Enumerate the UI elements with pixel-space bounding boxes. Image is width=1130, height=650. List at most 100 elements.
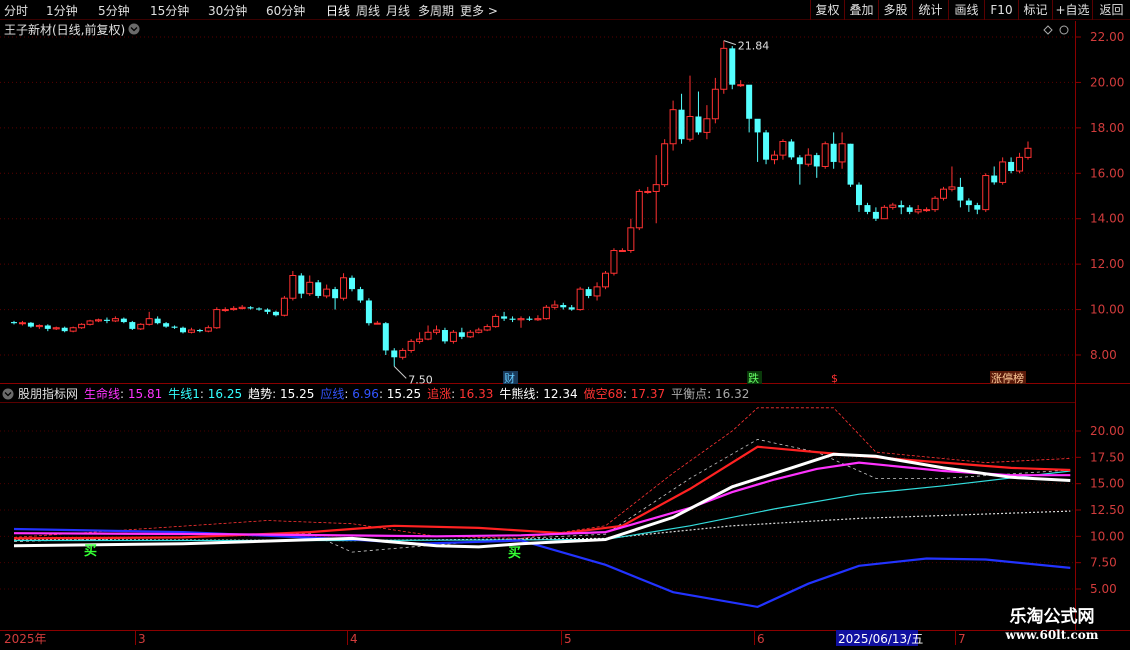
financial-marker[interactable]: 财 xyxy=(504,371,515,385)
chart-canvas[interactable]: 王子新材(日线,前复权) 22.00 20.00 18.00 16.00 14.00 12… xyxy=(0,0,1130,650)
diamond-icon[interactable] xyxy=(1043,25,1053,35)
candle xyxy=(433,325,440,335)
candle-body xyxy=(11,322,17,324)
candle xyxy=(669,100,677,151)
candle-body xyxy=(501,316,508,319)
candle-body xyxy=(965,200,972,206)
candle xyxy=(44,324,51,332)
candle-body xyxy=(923,209,931,212)
candle-body xyxy=(551,304,559,308)
candle xyxy=(441,327,448,344)
candle-body xyxy=(610,250,618,274)
legend-separator: : xyxy=(200,387,208,401)
candle xyxy=(711,77,719,124)
legend-item-label: 牛线1 xyxy=(168,386,200,401)
indicator-axis: 20.00 17.50 15.00 12.50 10.00 7.50 5.00 xyxy=(1075,424,1124,596)
candle xyxy=(585,286,592,299)
legend-item-label: 追涨 xyxy=(427,386,451,401)
candle xyxy=(788,139,795,160)
candle xyxy=(340,273,348,301)
candle xyxy=(542,305,550,320)
candle-body xyxy=(289,275,297,299)
candle xyxy=(18,320,26,326)
chase-line xyxy=(13,445,1071,540)
candle xyxy=(746,84,753,133)
candle-body xyxy=(678,109,685,140)
candle-body xyxy=(585,289,592,296)
price-gridlines xyxy=(0,36,1075,356)
candle xyxy=(686,75,694,142)
candle xyxy=(974,202,981,215)
candle xyxy=(813,152,820,178)
candle-body xyxy=(221,309,229,312)
candle-body xyxy=(872,211,879,219)
price-axis-label: 16.00 xyxy=(1090,166,1124,180)
candle xyxy=(289,270,297,301)
candle xyxy=(779,139,787,160)
candle-body xyxy=(332,289,339,299)
candle-body xyxy=(238,306,246,309)
candle-body xyxy=(737,84,745,87)
candle xyxy=(821,141,829,169)
candle xyxy=(137,323,145,331)
candle xyxy=(551,300,559,310)
candle-body xyxy=(416,338,424,342)
candle-body xyxy=(475,329,483,333)
candle xyxy=(382,322,389,355)
candle xyxy=(95,318,102,323)
candle-body xyxy=(407,340,415,351)
candle xyxy=(120,317,127,324)
candle xyxy=(999,157,1007,185)
indicator-chevron-icon[interactable] xyxy=(2,388,14,400)
legend-separator: : xyxy=(623,387,631,401)
candle-body xyxy=(720,47,728,90)
candle xyxy=(163,322,170,328)
legend-separator: : xyxy=(120,387,128,401)
legend-item-value: 6.96 xyxy=(352,387,379,401)
limit-up-board-marker[interactable]: 涨停榜 xyxy=(991,371,1024,385)
candle-body xyxy=(991,175,998,183)
candle xyxy=(332,286,339,310)
candle-body xyxy=(1008,161,1015,172)
indicator-gridlines xyxy=(0,430,1075,590)
candle-body xyxy=(948,186,956,190)
high-price-label: 21.84 xyxy=(738,40,770,53)
candle-body xyxy=(1016,156,1024,172)
candle-body xyxy=(230,307,238,311)
candle xyxy=(78,323,86,329)
buy-signal-1: 买 xyxy=(84,544,97,559)
candle xyxy=(602,270,609,290)
candle-body xyxy=(357,289,364,301)
drop-marker[interactable]: 跌 xyxy=(748,371,759,385)
candle xyxy=(982,173,990,212)
candle-body xyxy=(576,288,584,311)
candle xyxy=(483,324,491,332)
dollar-marker[interactable]: $ xyxy=(831,372,838,385)
candle-body xyxy=(661,143,669,186)
candle xyxy=(576,286,584,311)
legend-item-label: 做空68 xyxy=(584,386,623,401)
time-label-may: 5 xyxy=(564,632,572,646)
circle-icon[interactable] xyxy=(1059,25,1069,35)
time-label-july: 7 xyxy=(958,632,966,646)
legend-item-value: 12.34 xyxy=(543,387,577,401)
candle-body xyxy=(627,227,635,252)
candle-body xyxy=(796,157,803,165)
candle-body xyxy=(382,323,389,351)
candle xyxy=(618,248,626,253)
candle xyxy=(695,91,702,135)
chevron-down-icon[interactable] xyxy=(128,23,140,35)
candle-body xyxy=(1024,147,1032,158)
candle xyxy=(424,325,432,341)
candle-body xyxy=(542,306,550,320)
candle xyxy=(957,177,964,208)
candle xyxy=(847,143,854,187)
candle-body xyxy=(771,154,778,161)
price-axis-label: 14.00 xyxy=(1090,212,1124,226)
candle xyxy=(661,139,669,187)
candle xyxy=(27,322,34,328)
candle xyxy=(1024,141,1032,160)
candle xyxy=(1008,157,1015,174)
candle-body xyxy=(779,140,787,156)
candle-body xyxy=(340,277,348,299)
